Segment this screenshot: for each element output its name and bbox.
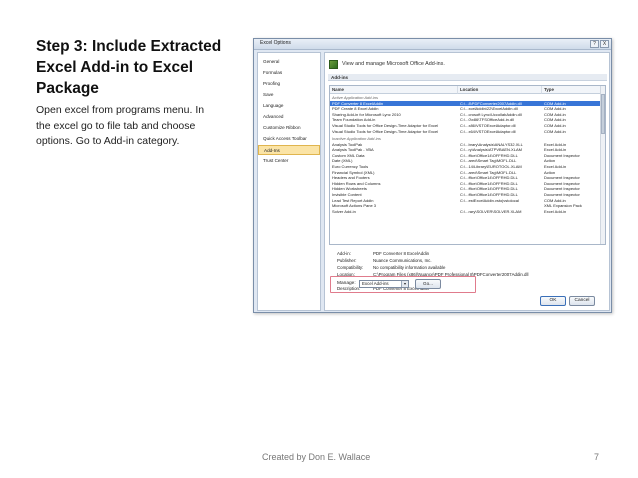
- detail-row: Compatibility: No compatibility informati…: [337, 264, 607, 271]
- detail-row: Publisher: Nuance Communications, Inc.: [337, 257, 607, 264]
- slide-body-line: options. Go to Add-in category.: [36, 135, 180, 147]
- column-header-name[interactable]: Name: [330, 86, 458, 94]
- manage-select[interactable]: Excel Add-ins ▾: [359, 280, 409, 288]
- cell-name: Solver Add-in: [332, 208, 356, 214]
- nav-item-quick-access-toolbar[interactable]: Quick Access Toolbar: [258, 134, 320, 144]
- column-header-location[interactable]: Location: [458, 86, 542, 94]
- nav-item-advanced[interactable]: Advanced: [258, 112, 320, 122]
- cell-type: Excel Add-in: [544, 208, 567, 214]
- slide-title: Step 3: Include Extracted Excel Add-in t…: [36, 36, 236, 99]
- detail-value: PDF Converter 8 ExcelAddin: [373, 251, 430, 256]
- scrollbar-thumb[interactable]: [601, 94, 605, 134]
- chevron-down-icon[interactable]: ▾: [401, 281, 408, 287]
- detail-key: Add-in:: [337, 251, 351, 256]
- slide-title-line: Step 3: Include Extracted: [36, 38, 222, 55]
- detail-value: Nuance Communications, Inc.: [373, 258, 432, 263]
- slide-body-line: the excel go to file tab and choose: [36, 119, 196, 132]
- dialog-titlebar: Excel Options ? X: [254, 39, 611, 50]
- manage-select-value: Excel Add-ins: [362, 281, 389, 286]
- detail-value: No compatibility information available: [373, 265, 446, 270]
- nav-item-add-ins[interactable]: Add-Ins: [258, 145, 320, 155]
- nav-item-general[interactable]: General: [258, 57, 320, 67]
- help-button[interactable]: ?: [590, 40, 599, 48]
- detail-key: Publisher:: [337, 258, 357, 263]
- column-header-type[interactable]: Type: [542, 86, 601, 94]
- table-scrollbar[interactable]: [600, 86, 605, 244]
- cell-name: Visual Studio Tools for Office Design-Ti…: [332, 128, 439, 134]
- footer-text: Created by Don E. Wallace: [262, 452, 371, 462]
- slide-body: Open excel from programs menu. In the ex…: [36, 103, 241, 150]
- slide-body-line: Open excel from programs menu. In: [36, 104, 205, 116]
- nav-item-save[interactable]: Save: [258, 90, 320, 100]
- section-header: Add-ins: [328, 74, 607, 81]
- ok-button[interactable]: OK: [540, 296, 566, 306]
- nav-item-language[interactable]: Language: [258, 101, 320, 111]
- detail-key: Compatibility:: [337, 265, 364, 270]
- dialog-title: Excel Options: [260, 40, 291, 46]
- table-row[interactable]: Visual Studio Tools for Office Design-Ti…: [330, 129, 600, 135]
- page-number: 7: [594, 452, 600, 462]
- close-button[interactable]: X: [600, 40, 609, 48]
- slide-title-line: Package: [36, 80, 99, 97]
- slide-title-line: Excel Add-in to Excel: [36, 59, 194, 76]
- panel-header-text: View and manage Microsoft Office Add-ins…: [342, 61, 445, 67]
- nav-item-trust-center[interactable]: Trust Center: [258, 156, 320, 166]
- cell-type: COM Add-in: [544, 128, 566, 134]
- cell-location: C:\...rary\SOLVER\SOLVER.XLAM: [460, 208, 522, 214]
- cancel-button[interactable]: Cancel: [569, 296, 595, 306]
- nav-item-proofing[interactable]: Proofing: [258, 79, 320, 89]
- addins-table: Name Location Type Active Application Ad…: [329, 85, 606, 245]
- manage-label: Manage:: [337, 281, 356, 286]
- addins-panel: View and manage Microsoft Office Add-ins…: [324, 52, 610, 311]
- detail-row: Add-in: PDF Converter 8 ExcelAddin: [337, 250, 607, 257]
- nav-item-formulas[interactable]: Formulas: [258, 68, 320, 78]
- cell-location: C:\...x64\VSTOExcelAdaptor.dll: [460, 128, 516, 134]
- excel-options-dialog: Excel Options ? X General Formulas Proof…: [253, 38, 612, 313]
- addins-icon: [329, 60, 338, 69]
- section-title: Add-ins: [331, 75, 349, 80]
- go-button[interactable]: Go...: [415, 279, 441, 289]
- table-row[interactable]: Solver Add-in C:\...rary\SOLVER\SOLVER.XL…: [330, 209, 600, 215]
- options-nav: General Formulas Proofing Save Language …: [257, 52, 321, 311]
- nav-item-customize-ribbon[interactable]: Customize Ribbon: [258, 123, 320, 133]
- manage-row-highlight: Manage: Excel Add-ins ▾ Go...: [330, 276, 476, 293]
